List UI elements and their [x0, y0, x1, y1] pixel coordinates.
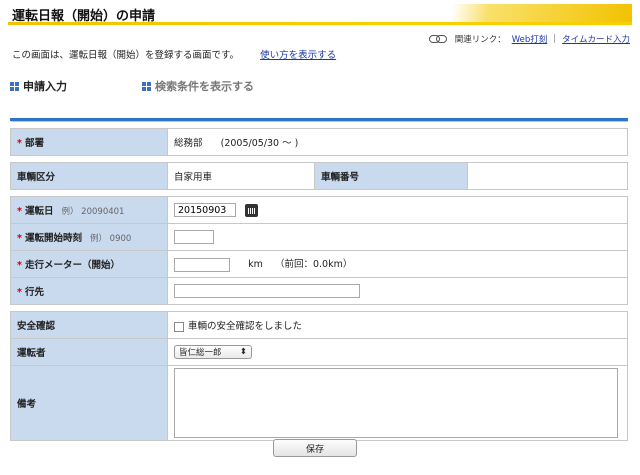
department-value: 総務部 (2005/05/30 ～ ) — [167, 128, 628, 156]
drive-date-label: * 運転日 例） 20090401 — [10, 196, 168, 224]
remarks-textarea[interactable] — [174, 368, 618, 438]
page-title: 運転日報（開始）の申請 — [12, 9, 156, 24]
start-time-label: * 運転開始時刻 例） 0900 — [10, 223, 168, 251]
odometer-row: * 走行メーター（開始） km （前回：0.0km） — [10, 250, 628, 278]
vehicle-type-label: 車輌区分 — [10, 162, 168, 190]
department-row: * 部署 総務部 (2005/05/30 ～ ) — [10, 128, 628, 156]
odometer-unit: km — [248, 259, 263, 271]
save-button[interactable]: 保存 — [273, 439, 357, 457]
vehicle-type-value: 自家用車 — [167, 162, 315, 190]
link-icon — [428, 35, 447, 43]
tab-application-input-label: 申請入力 — [23, 80, 67, 93]
driver-label: 運転者 — [10, 338, 168, 366]
required-mark: * — [17, 138, 22, 149]
odometer-previous: （前回：0.0km） — [274, 259, 353, 271]
related-links-label: 関連リンク： — [454, 35, 506, 45]
department-label: * 部署 — [10, 128, 168, 156]
tab-show-search-conditions-label: 検索条件を表示する — [155, 80, 254, 93]
help-link[interactable]: 使い方を表示する — [260, 50, 336, 61]
odometer-label: * 走行メーター（開始） — [10, 250, 168, 278]
intro-text-row: この画面は、運転日報（開始）を登録する画面です。 使い方を表示する — [12, 47, 336, 61]
safety-check-checkbox[interactable] — [174, 321, 184, 332]
odometer-input[interactable] — [174, 257, 230, 272]
grid-icon — [142, 81, 151, 91]
vehicle-row: 車輌区分 自家用車 車輌番号 — [10, 162, 628, 190]
destination-input[interactable] — [174, 284, 360, 298]
web-clock-link[interactable]: Web打刻 — [512, 33, 548, 45]
start-time-example: 例） 0900 — [89, 234, 132, 244]
safety-check-label: 安全確認 — [10, 311, 168, 339]
intro-text: この画面は、運転日報（開始）を登録する画面です。 — [12, 50, 240, 61]
driver-select[interactable]: 皆仁総一郎 ⬍ — [174, 345, 252, 359]
start-time-row: * 運転開始時刻 例） 0900 — [10, 223, 628, 251]
application-form: * 部署 総務部 (2005/05/30 ～ ) 車輌区分 自家用車 車輌番号 *… — [10, 121, 628, 441]
safety-check-checkbox-label[interactable]: 車輌の安全確認をしました — [188, 321, 302, 332]
calendar-icon[interactable] — [245, 203, 259, 217]
remarks-label: 備考 — [10, 365, 168, 441]
driver-selected-value: 皆仁総一郎 — [179, 348, 222, 358]
destination-label: * 行先 — [10, 277, 168, 305]
link-separator: | — [553, 34, 557, 44]
drive-date-row: * 運転日 例） 20090401 — [10, 196, 628, 224]
tab-application-input[interactable]: 申請入力 — [10, 78, 67, 94]
vehicle-number-label: 車輌番号 — [314, 162, 468, 190]
start-time-input[interactable] — [174, 230, 214, 244]
grid-icon — [10, 81, 19, 91]
department-period: (2005/05/30 ～ ) — [220, 138, 299, 149]
timecard-input-link[interactable]: タイムカード入力 — [562, 33, 630, 45]
drive-date-input[interactable] — [174, 203, 236, 217]
destination-row: * 行先 — [10, 277, 628, 305]
driver-row: 運転者 皆仁総一郎 ⬍ — [10, 338, 628, 366]
drive-date-example: 例） 20090401 — [61, 207, 125, 217]
safety-check-row: 安全確認 車輌の安全確認をしました — [10, 311, 628, 339]
tab-show-search-conditions[interactable]: 検索条件を表示する — [142, 78, 254, 94]
title-bar: 運転日報（開始）の申請 — [8, 4, 632, 25]
related-links: 関連リンク： Web打刻 | タイムカード入力 — [428, 33, 630, 45]
remarks-row: 備考 — [10, 365, 628, 441]
vehicle-number-value — [467, 162, 628, 190]
select-arrow-icon: ⬍ — [239, 347, 247, 357]
